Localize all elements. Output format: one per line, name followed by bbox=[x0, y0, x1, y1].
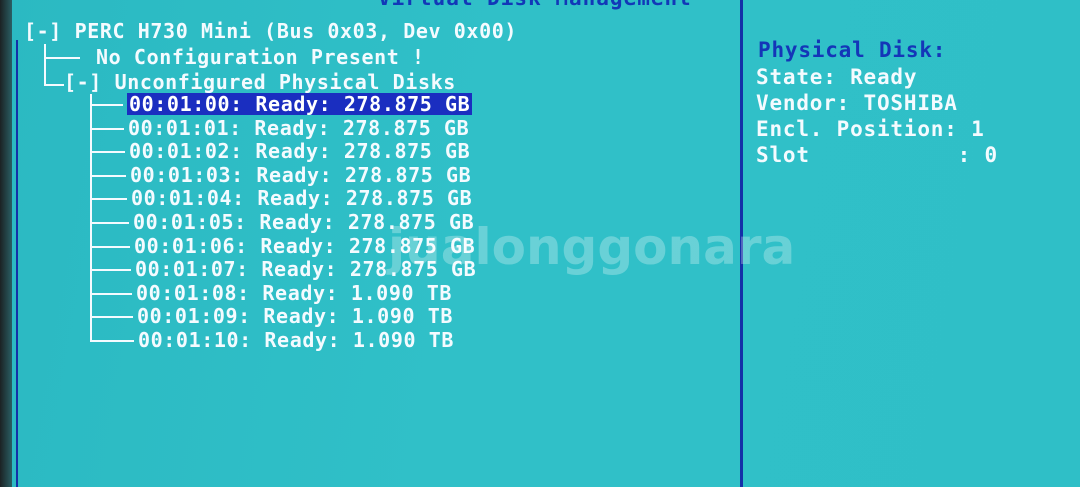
details-vendor: Vendor: TOSHIBA bbox=[756, 91, 958, 115]
monitor-bezel bbox=[0, 0, 12, 487]
no-configuration-node[interactable]: No Configuration Present ! bbox=[96, 46, 425, 68]
details-slot: Slot : 0 bbox=[756, 143, 998, 167]
details-encl-position: Encl. Position: 1 bbox=[756, 117, 985, 141]
tree-connector-disk bbox=[90, 293, 132, 295]
left-border-line bbox=[16, 40, 18, 487]
tree-connector-disk bbox=[90, 175, 126, 177]
tree-connector-vertical-root bbox=[44, 44, 46, 86]
details-state: State: Ready bbox=[756, 65, 918, 89]
tree-connector-vertical-disks bbox=[90, 94, 92, 342]
disk-item[interactable]: 00:01:01: Ready: 278.875 GB bbox=[128, 117, 469, 139]
screen-title: Virtual Disk Management bbox=[378, 0, 692, 10]
tree-connector-disk bbox=[90, 151, 125, 153]
disk-item[interactable]: 00:01:08: Ready: 1.090 TB bbox=[136, 282, 452, 304]
controller-node[interactable]: [-] PERC H730 Mini (Bus 0x03, Dev 0x00) bbox=[24, 20, 517, 42]
unconfigured-disks-node[interactable]: [-] Unconfigured Physical Disks bbox=[64, 71, 456, 93]
disk-item[interactable]: 00:01:04: Ready: 278.875 GB bbox=[131, 187, 472, 209]
disk-item[interactable]: 00:01:00: Ready: 278.875 GB bbox=[127, 93, 473, 115]
tree-connector-disk bbox=[90, 104, 123, 106]
disk-item[interactable]: 00:01:10: Ready: 1.090 TB bbox=[138, 329, 454, 351]
tree-connector-disk bbox=[90, 316, 133, 318]
tree-connector-disk bbox=[90, 222, 129, 224]
tree-connector-branch bbox=[44, 57, 80, 59]
tree-connector-disk bbox=[90, 340, 134, 342]
tree-connector-disk bbox=[90, 269, 131, 271]
tree-connector-branch bbox=[44, 84, 64, 86]
tree-connector-disk bbox=[90, 246, 130, 248]
details-title: Physical Disk: bbox=[758, 38, 947, 62]
tree-connector-disk bbox=[90, 128, 124, 130]
disk-item[interactable]: 00:01:03: Ready: 278.875 GB bbox=[130, 164, 471, 186]
disk-item[interactable]: 00:01:09: Ready: 1.090 TB bbox=[137, 305, 453, 327]
disk-item[interactable]: 00:01:02: Ready: 278.875 GB bbox=[129, 140, 470, 162]
bios-screen: Virtual Disk Management [-] PERC H730 Mi… bbox=[0, 0, 1080, 487]
watermark-text: jualonggonara bbox=[388, 218, 796, 276]
tree-connector-disk bbox=[90, 198, 127, 200]
